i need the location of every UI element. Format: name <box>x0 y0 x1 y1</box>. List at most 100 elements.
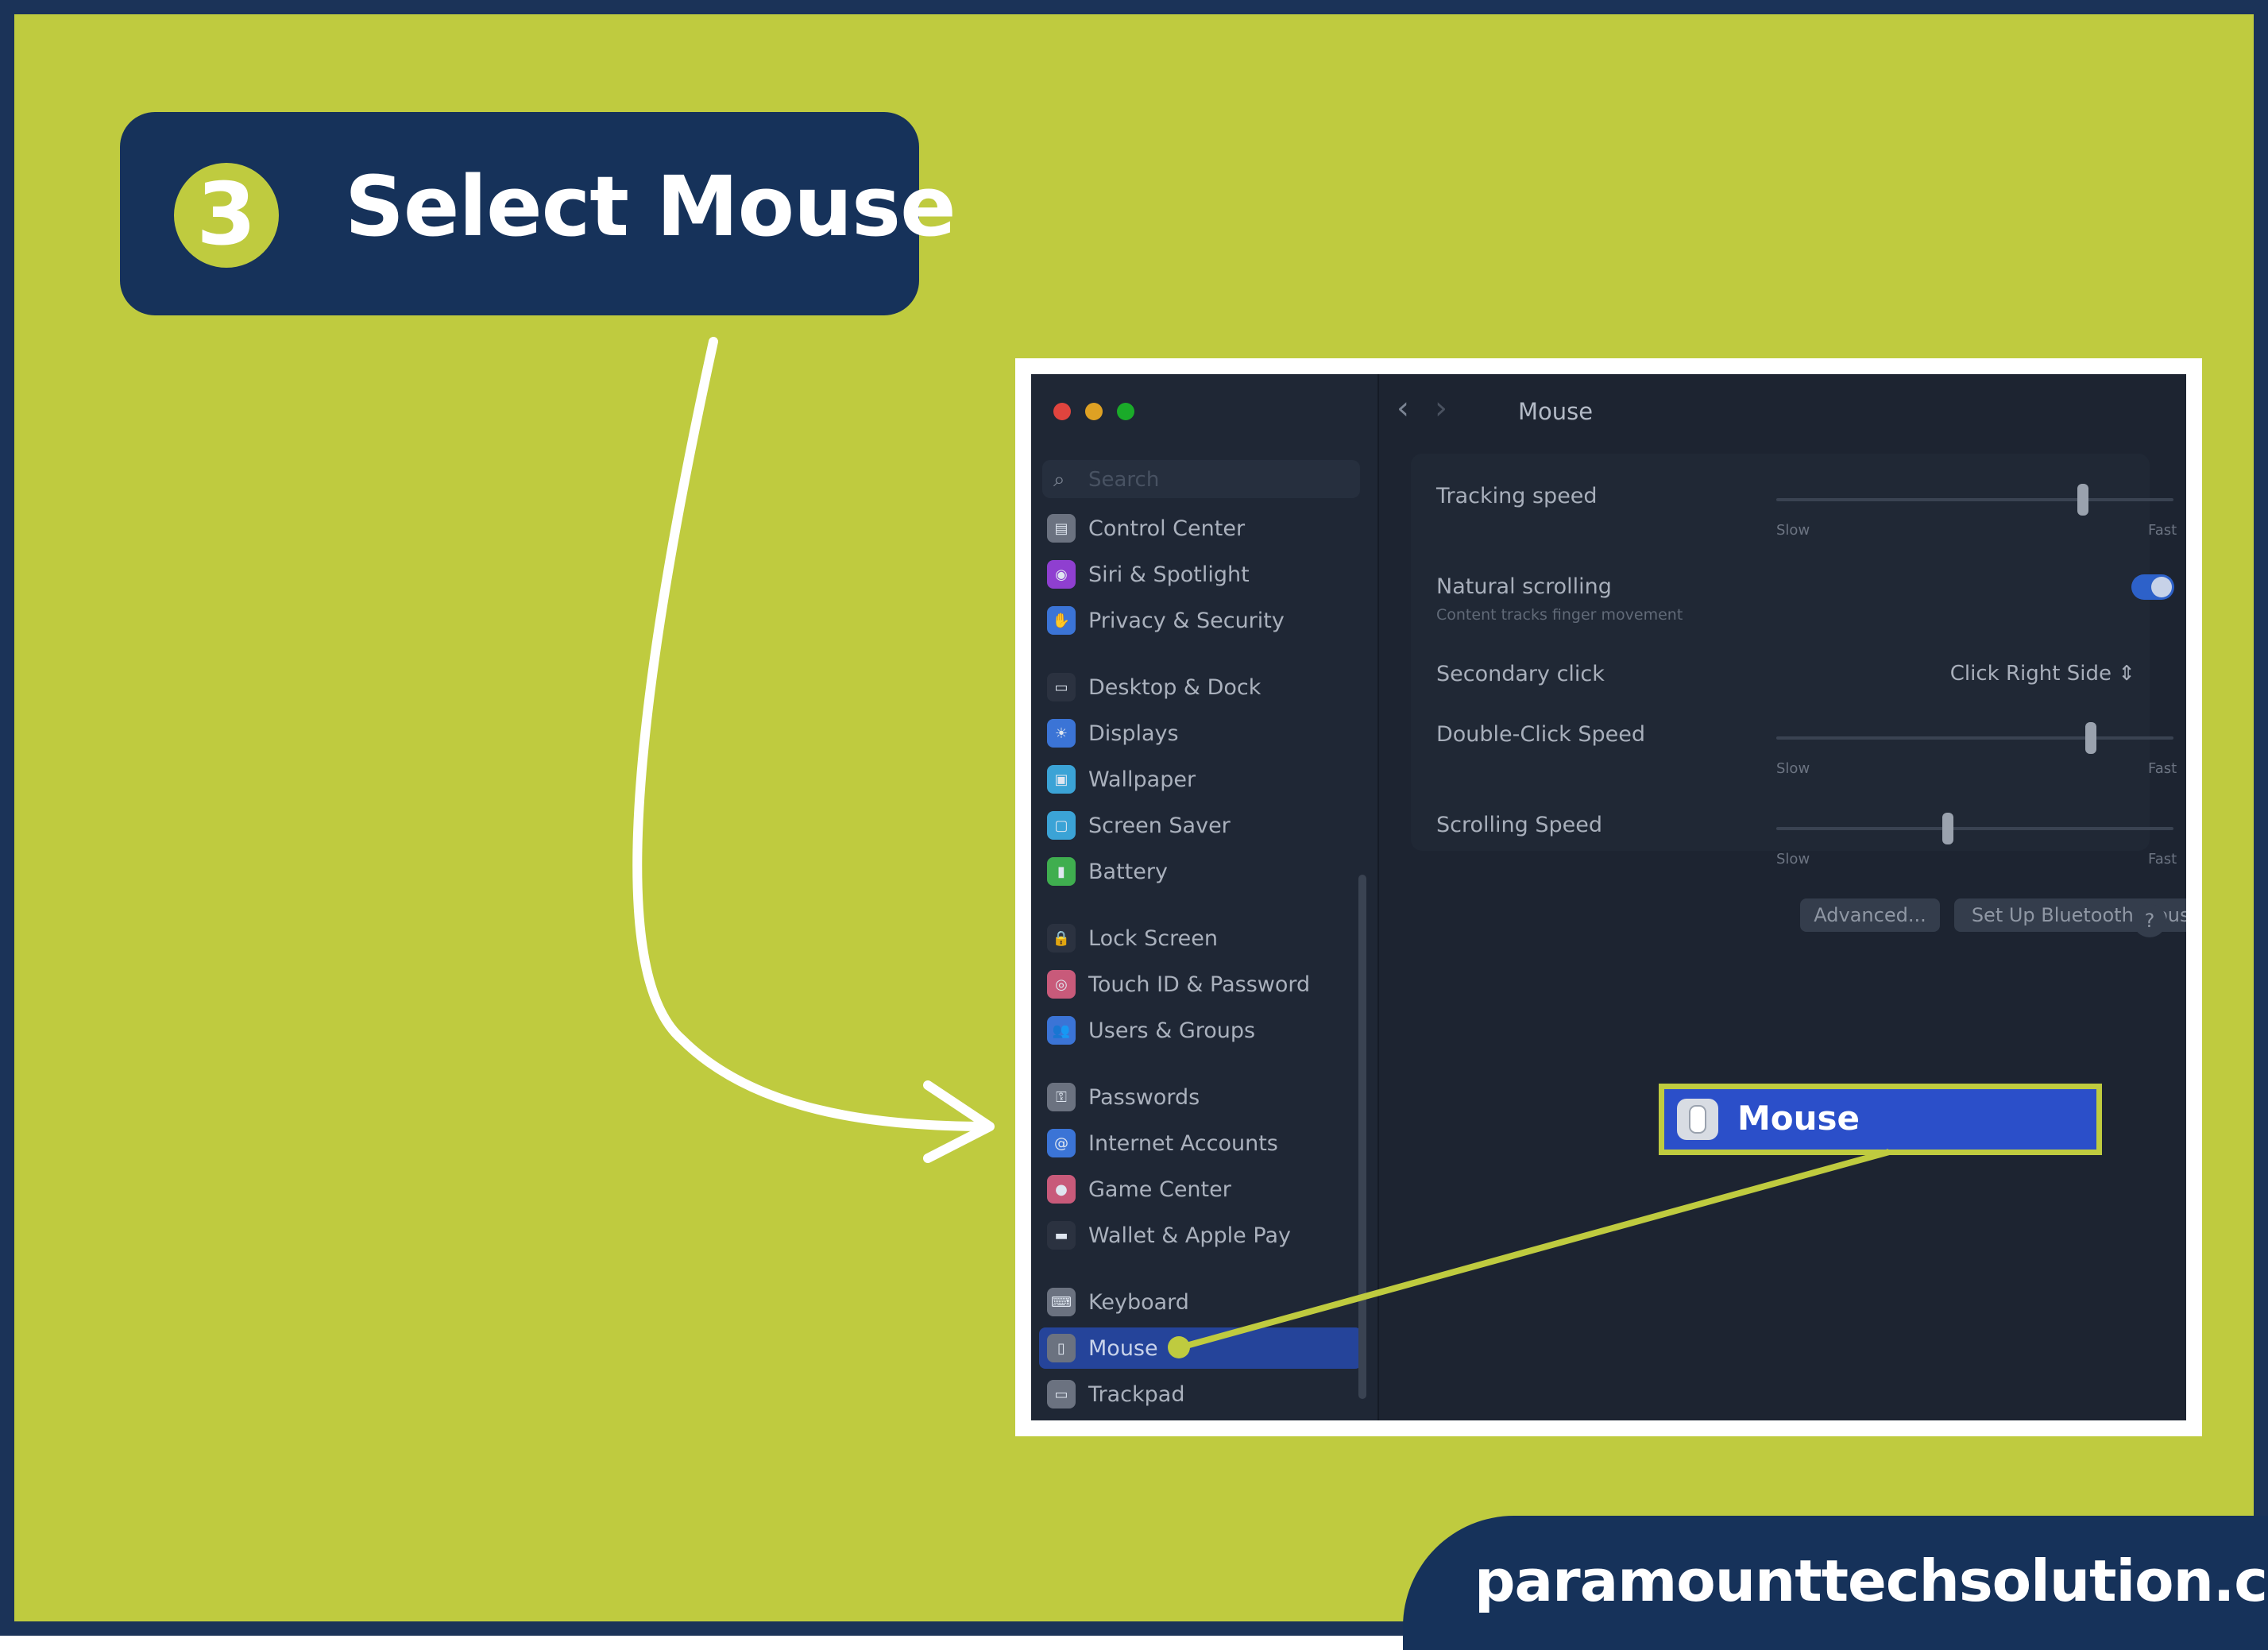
footer-site: paramounttechsolution.com <box>1474 1548 2268 1614</box>
hand-icon: ✋ <box>1047 606 1076 635</box>
sidebar-item-label: Touch ID & Password <box>1088 972 1311 997</box>
sidebar-item-passwords[interactable]: ⚿ Passwords <box>1039 1076 1362 1118</box>
sidebar-item-label: Trackpad <box>1088 1381 1185 1407</box>
sidebar-item-privacy-security[interactable]: ✋ Privacy & Security <box>1039 600 1362 641</box>
sidebar-scrollbar[interactable] <box>1358 875 1366 1399</box>
sidebar-item-screen-saver[interactable]: ▢ Screen Saver <box>1039 805 1362 846</box>
sidebar-item-displays[interactable]: ☀ Displays <box>1039 713 1362 754</box>
system-settings-window: ⌕ Search ▤ Control Center ◉ Siri & Spotligh… <box>1031 374 2186 1420</box>
sidebar-item-label: Keyboard <box>1088 1289 1189 1315</box>
step-title: Select Mouse <box>345 158 956 255</box>
fingerprint-icon: ◎ <box>1047 970 1076 999</box>
sidebar-item-wallpaper[interactable]: ▣ Wallpaper <box>1039 759 1362 800</box>
sidebar-item-label: Wallet & Apple Pay <box>1088 1223 1291 1248</box>
tracking-speed-slider[interactable] <box>1776 484 2173 516</box>
lock-icon: 🔒 <box>1047 924 1076 953</box>
sidebar-item-label: Mouse <box>1088 1335 1158 1361</box>
double-click-speed-slider[interactable] <box>1776 722 2173 754</box>
sidebar-item-keyboard[interactable]: ⌨ Keyboard <box>1039 1281 1362 1323</box>
screen-saver-icon: ▢ <box>1047 811 1076 840</box>
sidebar-item-wallet-apple-pay[interactable]: ▬ Wallet & Apple Pay <box>1039 1215 1362 1256</box>
keyboard-icon: ⌨ <box>1047 1288 1076 1316</box>
mouse-icon <box>1677 1099 1718 1140</box>
tracking-speed-knob[interactable] <box>2077 484 2089 516</box>
sidebar-item-label: Wallpaper <box>1088 767 1196 792</box>
mouse-icon: ▯ <box>1047 1334 1076 1362</box>
dock-icon: ▭ <box>1047 673 1076 701</box>
sidebar-item-label: Screen Saver <box>1088 813 1231 838</box>
callout-label: Mouse <box>1737 1099 1860 1138</box>
pointer-arrow-curve <box>632 337 992 1131</box>
sidebar-item-internet-accounts[interactable]: @ Internet Accounts <box>1039 1123 1362 1164</box>
screenshot-frame: ⌕ Search ▤ Control Center ◉ Siri & Spotligh… <box>1015 358 2202 1436</box>
sidebar-item-label: Siri & Spotlight <box>1088 562 1250 587</box>
sidebar-item-label: Privacy & Security <box>1088 608 1285 633</box>
mouse-callout: Mouse <box>1659 1084 2102 1155</box>
footer-banner: paramounttechsolution.com <box>1403 1516 2268 1650</box>
scrolling-speed-slider[interactable] <box>1776 813 2173 844</box>
sidebar-item-label: Internet Accounts <box>1088 1130 1278 1156</box>
sidebar-item-battery[interactable]: ▮ Battery <box>1039 851 1362 892</box>
game-center-icon: ● <box>1047 1175 1076 1204</box>
sun-icon: ☀ <box>1047 719 1076 748</box>
sidebar-item-control-center[interactable]: ▤ Control Center <box>1039 508 1362 549</box>
key-icon: ⚿ <box>1047 1083 1076 1111</box>
scrolling-speed-knob[interactable] <box>1942 813 1953 844</box>
step-number-badge: 3 <box>174 163 279 268</box>
sidebar-item-label: Desktop & Dock <box>1088 674 1262 700</box>
sidebar-item-users-groups[interactable]: 👥 Users & Groups <box>1039 1010 1362 1051</box>
search-placeholder: Search <box>1088 468 1160 492</box>
double-click-speed-fast-label: Fast <box>2148 760 2177 777</box>
sidebar-item-desktop-dock[interactable]: ▭ Desktop & Dock <box>1039 667 1362 708</box>
sidebar: ⌕ Search ▤ Control Center ◉ Siri & Spotligh… <box>1031 374 1379 1420</box>
scrolling-speed-label: Scrolling Speed <box>1436 813 1602 837</box>
tracking-speed-slow-label: Slow <box>1776 522 1810 539</box>
sidebar-item-label: Control Center <box>1088 516 1246 541</box>
double-click-speed-knob[interactable] <box>2084 722 2096 754</box>
scrolling-speed-slow-label: Slow <box>1776 851 1810 868</box>
at-icon: @ <box>1047 1129 1076 1157</box>
sidebar-item-mouse[interactable]: ▯ Mouse <box>1039 1327 1362 1369</box>
double-click-speed-label: Double-Click Speed <box>1436 722 1645 747</box>
infographic-frame: 3 Select Mouse ⌕ Search ▤ Control Center ◉… <box>0 0 2268 1650</box>
minimize-window-button[interactable] <box>1085 403 1103 420</box>
sidebar-item-siri-spotlight[interactable]: ◉ Siri & Spotlight <box>1039 554 1362 595</box>
forward-button[interactable]: › <box>1435 390 1447 427</box>
help-button[interactable]: ? <box>2133 904 2166 937</box>
sidebar-item-game-center[interactable]: ● Game Center <box>1039 1169 1362 1210</box>
secondary-click-label: Secondary click <box>1436 662 1605 686</box>
double-click-speed-slow-label: Slow <box>1776 760 1810 777</box>
scrolling-speed-fast-label: Fast <box>2148 851 2177 868</box>
settings-group: Tracking speed Slow Fast Natural scrolli… <box>1411 454 2177 868</box>
sidebar-item-label: Game Center <box>1088 1177 1231 1202</box>
sidebar-item-label: Lock Screen <box>1088 925 1218 951</box>
tracking-speed-label: Tracking speed <box>1436 484 1598 508</box>
search-input[interactable]: ⌕ Search <box>1042 460 1360 498</box>
close-window-button[interactable] <box>1053 403 1071 420</box>
advanced-button[interactable]: Advanced... <box>1800 898 1940 932</box>
mouse-settings-pane: ‹ › Mouse Tracking speed Slow Fast Natur… <box>1379 374 2186 1420</box>
toggle-knob <box>2151 577 2172 597</box>
search-icon: ⌕ <box>1053 468 1065 492</box>
sidebar-item-label: Displays <box>1088 721 1179 746</box>
natural-scrolling-toggle[interactable] <box>2131 574 2174 600</box>
step-banner: 3 Select Mouse <box>120 112 956 315</box>
sidebar-item-label: Battery <box>1088 859 1168 884</box>
sidebar-item-trackpad[interactable]: ▭ Trackpad <box>1039 1374 1362 1415</box>
sidebar-item-label: Users & Groups <box>1088 1018 1256 1043</box>
tracking-speed-fast-label: Fast <box>2148 522 2177 539</box>
back-button[interactable]: ‹ <box>1397 390 1409 427</box>
natural-scrolling-sublabel: Content tracks finger movement <box>1436 606 1683 624</box>
secondary-click-dropdown[interactable]: Click Right Side ⇕ <box>1950 662 2135 686</box>
pointer-arrow-head <box>923 1080 995 1163</box>
sidebar-item-lock-screen[interactable]: 🔒 Lock Screen <box>1039 918 1362 959</box>
control-center-icon: ▤ <box>1047 514 1076 543</box>
trackpad-icon: ▭ <box>1047 1380 1076 1408</box>
users-icon: 👥 <box>1047 1016 1076 1045</box>
page-title: Mouse <box>1518 398 1594 425</box>
siri-icon: ◉ <box>1047 560 1076 589</box>
natural-scrolling-label: Natural scrolling <box>1436 574 1612 599</box>
zoom-window-button[interactable] <box>1117 403 1134 420</box>
sidebar-item-touch-id-password[interactable]: ◎ Touch ID & Password <box>1039 964 1362 1005</box>
wallpaper-icon: ▣ <box>1047 765 1076 794</box>
